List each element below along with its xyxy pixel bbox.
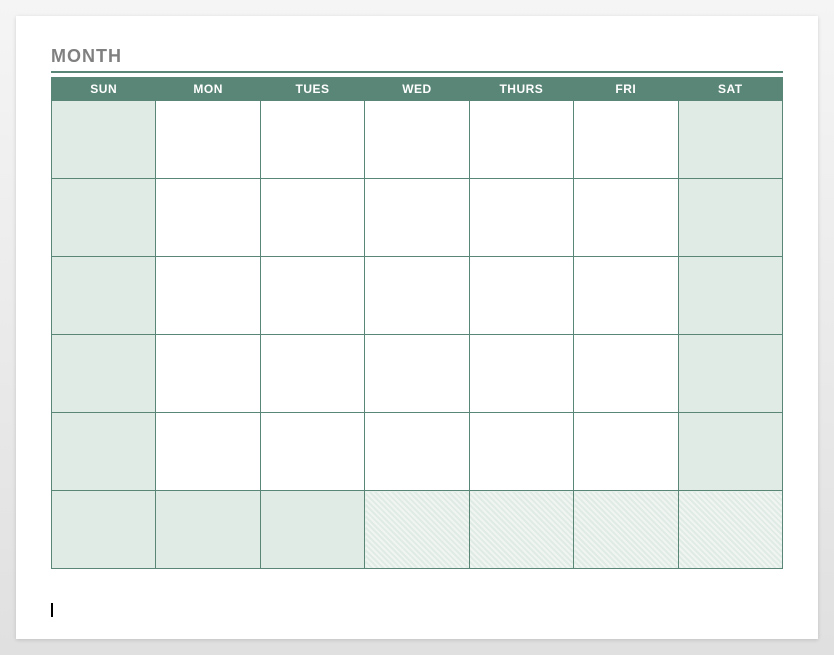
calendar-cell[interactable]	[365, 257, 469, 335]
calendar-cell[interactable]	[678, 413, 782, 491]
calendar-cell[interactable]	[156, 413, 260, 491]
calendar-cell[interactable]	[678, 179, 782, 257]
day-header-wed: WED	[365, 78, 469, 101]
calendar-row	[52, 257, 783, 335]
calendar-cell[interactable]	[469, 335, 573, 413]
title-row: MONTH	[51, 46, 783, 73]
calendar-cell[interactable]	[52, 179, 156, 257]
day-header-mon: MON	[156, 78, 260, 101]
calendar-cell[interactable]	[156, 101, 260, 179]
calendar-cell[interactable]	[365, 491, 469, 569]
calendar-cell[interactable]	[574, 491, 678, 569]
calendar-cell[interactable]	[52, 413, 156, 491]
calendar-row	[52, 491, 783, 569]
month-title[interactable]: MONTH	[51, 46, 783, 67]
calendar-row	[52, 101, 783, 179]
calendar-cell[interactable]	[365, 101, 469, 179]
calendar-row	[52, 179, 783, 257]
calendar-row	[52, 335, 783, 413]
calendar-body	[52, 101, 783, 569]
calendar-cell[interactable]	[469, 491, 573, 569]
calendar-cell[interactable]	[52, 491, 156, 569]
day-header-thurs: THURS	[469, 78, 573, 101]
calendar-cell[interactable]	[469, 413, 573, 491]
calendar-cell[interactable]	[678, 257, 782, 335]
day-header-sun: SUN	[52, 78, 156, 101]
day-header-fri: FRI	[574, 78, 678, 101]
calendar-cell[interactable]	[260, 491, 364, 569]
document-page: MONTH SUN MON TUES WED THURS FRI SAT	[16, 16, 818, 639]
calendar-cell[interactable]	[260, 413, 364, 491]
day-header-sat: SAT	[678, 78, 782, 101]
text-cursor	[51, 603, 53, 617]
calendar-cell[interactable]	[469, 257, 573, 335]
calendar-cell[interactable]	[574, 101, 678, 179]
calendar-cell[interactable]	[574, 413, 678, 491]
calendar-cell[interactable]	[678, 491, 782, 569]
calendar-cell[interactable]	[52, 101, 156, 179]
calendar-header-row: SUN MON TUES WED THURS FRI SAT	[52, 78, 783, 101]
calendar-cell[interactable]	[574, 179, 678, 257]
calendar-cell[interactable]	[574, 257, 678, 335]
calendar-table: SUN MON TUES WED THURS FRI SAT	[51, 77, 783, 569]
calendar-cell[interactable]	[365, 335, 469, 413]
day-header-tues: TUES	[260, 78, 364, 101]
calendar-cell[interactable]	[365, 413, 469, 491]
calendar-cell[interactable]	[678, 335, 782, 413]
calendar-cell[interactable]	[469, 101, 573, 179]
calendar-cell[interactable]	[156, 335, 260, 413]
calendar-cell[interactable]	[260, 179, 364, 257]
calendar-cell[interactable]	[260, 257, 364, 335]
calendar-cell[interactable]	[52, 257, 156, 335]
calendar-cell[interactable]	[260, 101, 364, 179]
calendar-cell[interactable]	[574, 335, 678, 413]
calendar-row	[52, 413, 783, 491]
calendar-cell[interactable]	[678, 101, 782, 179]
calendar-cell[interactable]	[260, 335, 364, 413]
calendar-cell[interactable]	[365, 179, 469, 257]
calendar-cell[interactable]	[52, 335, 156, 413]
calendar-cell[interactable]	[156, 179, 260, 257]
calendar-cell[interactable]	[156, 257, 260, 335]
calendar-cell[interactable]	[469, 179, 573, 257]
calendar-cell[interactable]	[156, 491, 260, 569]
